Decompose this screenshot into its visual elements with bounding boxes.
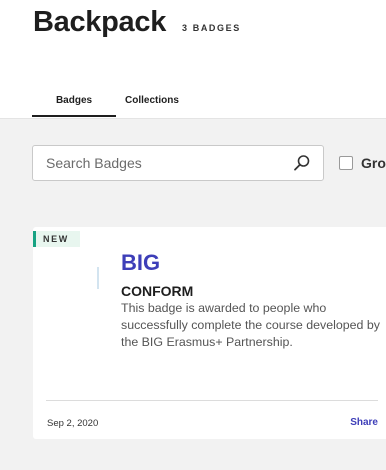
card-divider [46,400,378,401]
group-checkbox[interactable] [339,156,353,170]
badge-date: Sep 2, 2020 [47,418,99,429]
badge-name[interactable]: BIG [121,250,160,276]
group-label: Gro [361,155,386,171]
new-badge: NEW [33,231,80,247]
badge-count: 3 BADGES [182,23,241,33]
search-input[interactable] [33,145,293,181]
group-toggle[interactable]: Gro [339,155,386,171]
share-button[interactable]: Share [350,417,378,428]
main-content: Gro NEW BIG CONFORM This badge is awarde… [0,118,386,470]
badge-description: This badge is awarded to people who succ… [121,301,380,349]
tab-collections[interactable]: Collections [125,93,179,117]
badge-issuer: CONFORM [121,283,194,299]
badge-card[interactable]: NEW BIG CONFORM This badge is awarded to… [33,227,386,439]
search-icon[interactable] [293,154,311,172]
badge-image [97,267,99,289]
search-box [32,145,324,181]
page-header: Backpack 3 BADGES [33,6,241,39]
tab-badges[interactable]: Badges [32,93,116,117]
tab-bar: Badges Collections [32,93,179,117]
page-title: Backpack [33,6,167,38]
